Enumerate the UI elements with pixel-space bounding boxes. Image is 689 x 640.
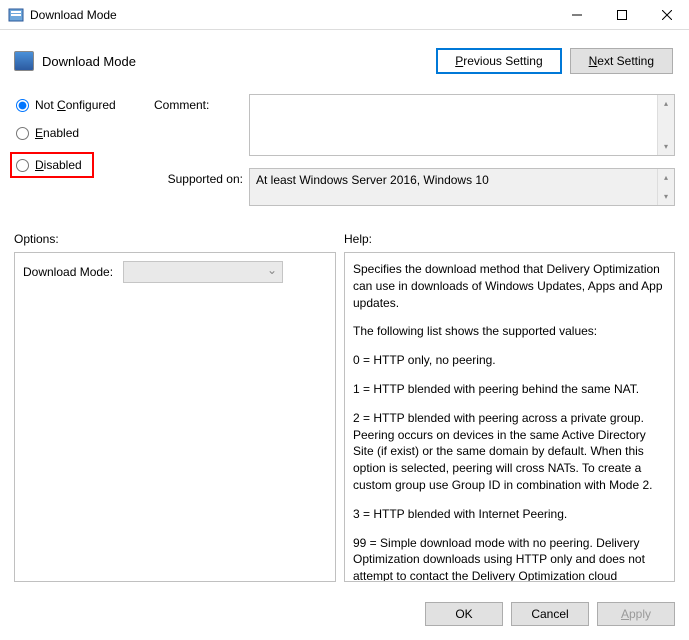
- page-title: Download Mode: [42, 54, 436, 69]
- disabled-highlight: Disabled: [10, 152, 94, 178]
- close-button[interactable]: [644, 0, 689, 30]
- cancel-button[interactable]: Cancel: [511, 602, 589, 626]
- help-panel: Specifies the download method that Deliv…: [344, 252, 675, 582]
- header-icon: [14, 51, 34, 71]
- scrollbar[interactable]: ▴ ▾: [657, 95, 674, 155]
- window-controls: [554, 0, 689, 30]
- comment-label: Comment:: [154, 94, 249, 156]
- options-label: Options:: [14, 232, 344, 246]
- download-mode-option-label: Download Mode:: [23, 265, 123, 279]
- supported-on-text: At least Windows Server 2016, Windows 10: [250, 169, 657, 205]
- ok-button[interactable]: OK: [425, 602, 503, 626]
- radio-enabled-input[interactable]: [16, 127, 29, 140]
- scroll-up-icon: ▴: [658, 95, 674, 112]
- radio-not-configured-input[interactable]: [16, 99, 29, 112]
- scroll-down-icon: ▾: [658, 138, 674, 155]
- radio-enabled-label: Enabled: [35, 126, 79, 140]
- download-mode-select[interactable]: [123, 261, 283, 283]
- help-text: 1 = HTTP blended with peering behind the…: [353, 381, 666, 398]
- titlebar: Download Mode: [0, 0, 689, 30]
- help-label: Help:: [344, 232, 372, 246]
- help-text: Specifies the download method that Deliv…: [353, 261, 666, 311]
- state-radio-group: Not Configured Enabled Disabled: [14, 94, 144, 218]
- comment-textarea[interactable]: [250, 95, 657, 155]
- radio-disabled[interactable]: Disabled: [14, 156, 84, 174]
- radio-not-configured[interactable]: Not Configured: [14, 96, 144, 114]
- help-text: 99 = Simple download mode with no peerin…: [353, 535, 666, 582]
- options-panel: Download Mode:: [14, 252, 336, 582]
- scroll-up-icon: ▴: [658, 169, 674, 186]
- apply-button[interactable]: Apply: [597, 602, 675, 626]
- scrollbar[interactable]: ▴ ▾: [657, 169, 674, 205]
- help-text: The following list shows the supported v…: [353, 323, 666, 340]
- supported-label: Supported on:: [154, 168, 249, 206]
- dialog-footer: OK Cancel Apply: [0, 592, 689, 636]
- radio-disabled-label: Disabled: [35, 158, 82, 172]
- next-setting-button[interactable]: Next Setting: [570, 48, 673, 74]
- window-title: Download Mode: [30, 8, 554, 22]
- previous-setting-button[interactable]: Previous Setting: [436, 48, 561, 74]
- maximize-button[interactable]: [599, 0, 644, 30]
- radio-not-configured-label: Not Configured: [35, 98, 116, 112]
- radio-enabled[interactable]: Enabled: [14, 124, 144, 142]
- minimize-button[interactable]: [554, 0, 599, 30]
- policy-icon: [8, 7, 24, 23]
- help-text: 3 = HTTP blended with Internet Peering.: [353, 506, 666, 523]
- help-text: 2 = HTTP blended with peering across a p…: [353, 410, 666, 494]
- help-text: 0 = HTTP only, no peering.: [353, 352, 666, 369]
- scroll-down-icon: ▾: [658, 188, 674, 205]
- radio-disabled-input[interactable]: [16, 159, 29, 172]
